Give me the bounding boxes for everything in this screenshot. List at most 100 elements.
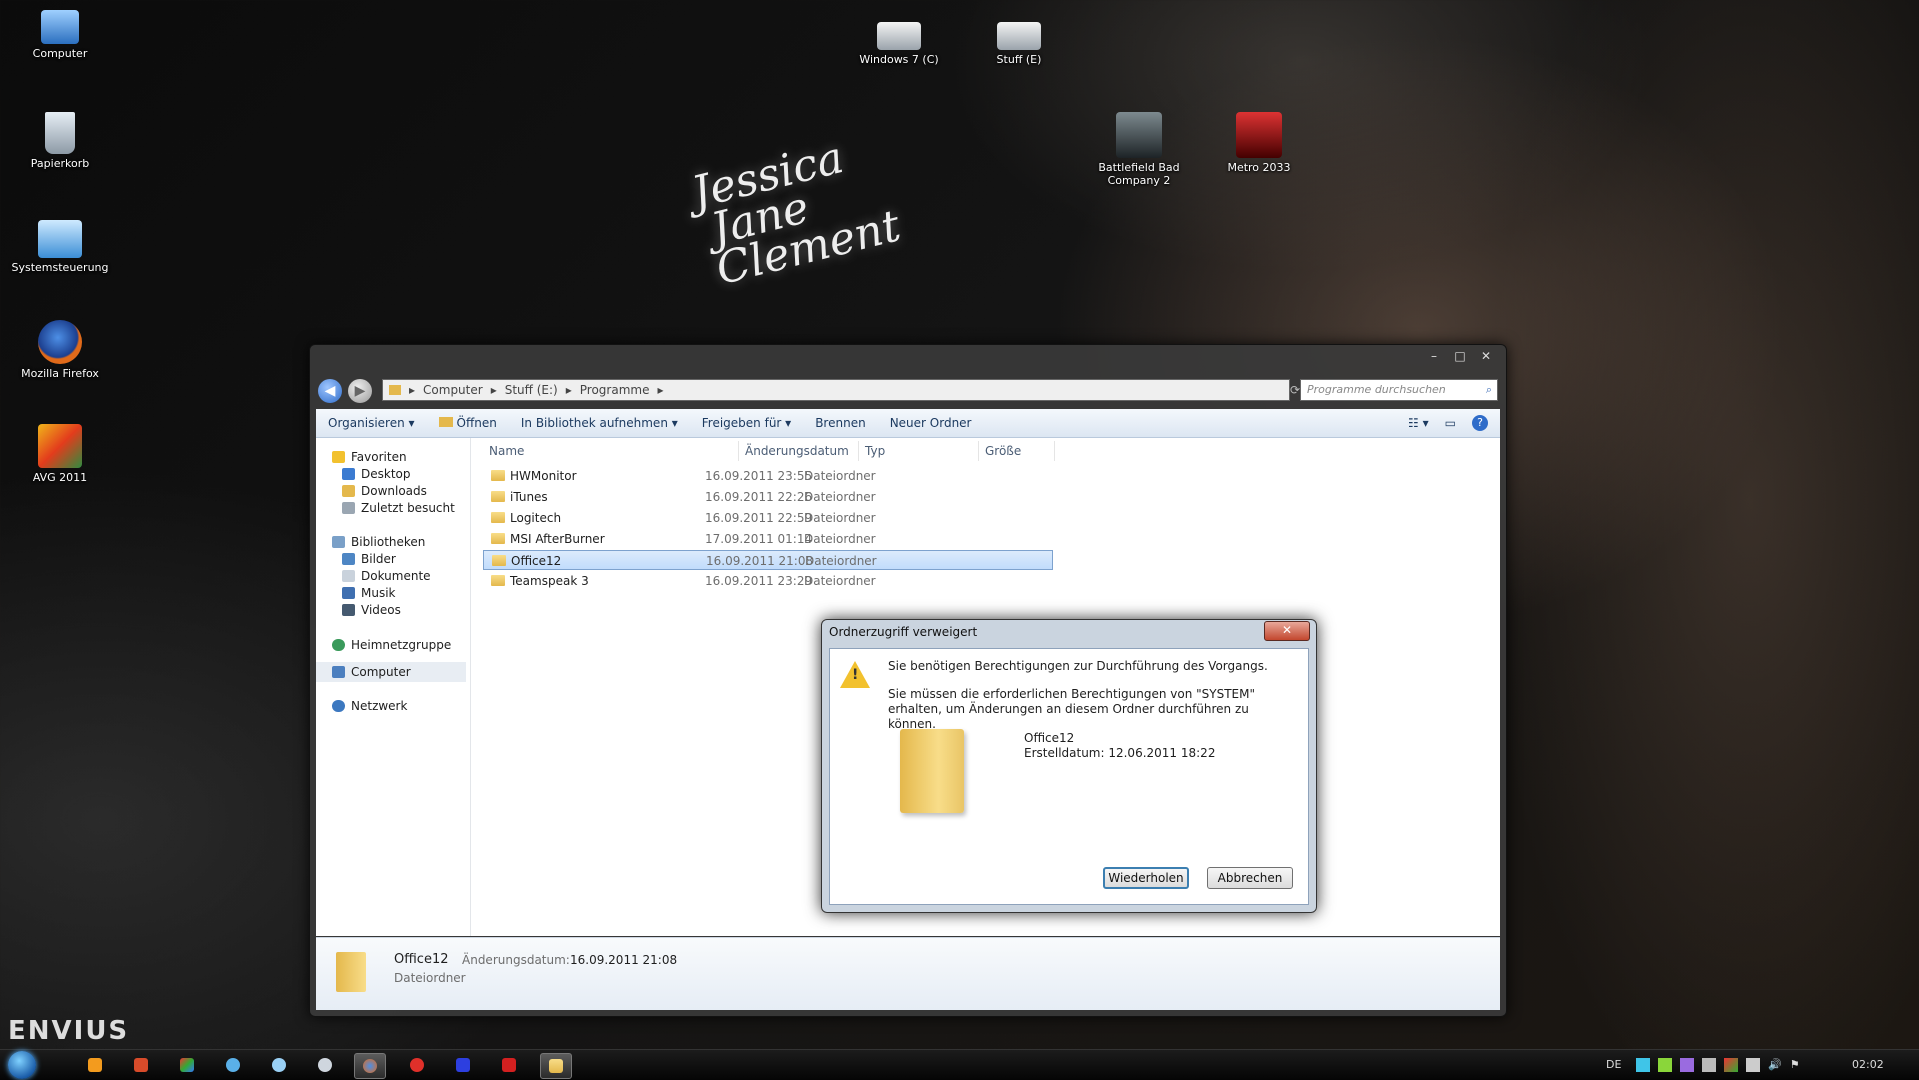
- back-button[interactable]: ◀: [318, 379, 342, 403]
- tray-app-icon[interactable]: [1680, 1058, 1694, 1072]
- sidebar-item-videos[interactable]: Videos: [342, 603, 401, 617]
- breadcrumb-stuff[interactable]: Stuff (E:): [505, 383, 558, 397]
- sidebar-item-music[interactable]: Musik: [342, 586, 396, 600]
- warning-mark: !: [852, 667, 859, 683]
- new-folder-button[interactable]: Neuer Ordner: [878, 416, 984, 430]
- view-options-icon[interactable]: ☷ ▾: [1408, 416, 1429, 430]
- taskbar-steam[interactable]: [310, 1053, 340, 1077]
- forward-button[interactable]: ▶: [348, 379, 372, 403]
- desktop-icon-battlefield[interactable]: Battlefield Bad Company 2: [1089, 112, 1189, 187]
- taskbar-app-blue[interactable]: [448, 1053, 478, 1077]
- column-header-date[interactable]: Änderungsdatum: [739, 441, 859, 461]
- retry-button[interactable]: Wiederholen: [1103, 867, 1189, 889]
- homegroup-icon: [332, 639, 345, 651]
- sidebar-item-label: Videos: [361, 603, 401, 617]
- desktop-icon-computer[interactable]: Computer: [10, 10, 110, 60]
- action-center-flag-icon[interactable]: ⚑: [1790, 1050, 1800, 1080]
- tray-app-icon[interactable]: [1724, 1058, 1738, 1072]
- taskbar-media-player[interactable]: [80, 1053, 110, 1077]
- help-icon[interactable]: ?: [1472, 415, 1488, 431]
- file-type: Dateiordner: [805, 554, 877, 568]
- table-row[interactable]: HWMonitor 16.09.2011 23:55 Dateiordner: [483, 466, 1053, 486]
- cancel-button[interactable]: Abbrechen: [1207, 867, 1293, 889]
- column-header-name[interactable]: Name: [483, 441, 739, 461]
- volume-icon[interactable]: 🔊: [1768, 1050, 1782, 1080]
- tray-app-icon[interactable]: [1658, 1058, 1672, 1072]
- details-name: Office12: [394, 952, 449, 967]
- sidebar-item-computer[interactable]: Computer: [332, 665, 411, 679]
- organize-button[interactable]: Organisieren ▾: [316, 416, 427, 430]
- desktop-icon-label: Computer: [32, 47, 88, 60]
- desktop-icon-label: Papierkorb: [30, 157, 90, 170]
- share-button[interactable]: Freigeben für ▾: [690, 416, 803, 430]
- sidebar-item-favorites[interactable]: Favoriten: [332, 450, 407, 464]
- sidebar-item-network[interactable]: Netzwerk: [332, 699, 407, 713]
- search-icon[interactable]: ⌕: [1486, 380, 1492, 400]
- language-indicator[interactable]: DE: [1606, 1050, 1621, 1080]
- sidebar-item-label: Bilder: [361, 552, 396, 566]
- taskbar-network-app[interactable]: [264, 1053, 294, 1077]
- open-icon: [438, 417, 453, 427]
- column-header-size[interactable]: Größe: [979, 441, 1055, 461]
- taskbar-app[interactable]: [126, 1053, 156, 1077]
- file-date: 16.09.2011 23:29: [705, 574, 813, 588]
- desktop-icon-label: Mozilla Firefox: [21, 367, 99, 380]
- file-type: Dateiordner: [804, 469, 876, 483]
- sidebar-item-label: Bibliotheken: [351, 535, 426, 549]
- table-row[interactable]: MSI AfterBurner 17.09.2011 01:14 Dateiordn…: [483, 529, 1053, 549]
- network-status-icon[interactable]: [1746, 1058, 1760, 1072]
- details-type: Dateiordner: [394, 971, 466, 985]
- sidebar-item-pictures[interactable]: Bilder: [342, 552, 396, 566]
- desktop-icon-firefox[interactable]: Mozilla Firefox: [10, 320, 110, 380]
- sidebar-item-documents[interactable]: Dokumente: [342, 569, 431, 583]
- avg-icon: [38, 424, 82, 468]
- table-row-selected[interactable]: Office12 16.09.2011 21:08 Dateiordner: [483, 550, 1053, 570]
- start-button[interactable]: [8, 1051, 36, 1079]
- table-row[interactable]: Teamspeak 3 16.09.2011 23:29 Dateiordner: [483, 571, 1053, 591]
- desktop-icon-recycle-bin[interactable]: Papierkorb: [10, 112, 110, 170]
- file-date: 16.09.2011 21:08: [706, 554, 814, 568]
- close-button[interactable]: ✕: [1474, 347, 1498, 365]
- taskbar-explorer[interactable]: [540, 1053, 572, 1079]
- add-to-library-button[interactable]: In Bibliothek aufnehmen ▾: [509, 416, 690, 430]
- taskbar-windows-explorer[interactable]: [172, 1053, 202, 1077]
- sidebar-item-label: Zuletzt besucht: [361, 501, 455, 515]
- tray-icons: 🔊 ⚑: [1636, 1050, 1800, 1080]
- tray-app-icon[interactable]: [1636, 1058, 1650, 1072]
- taskbar-search-app[interactable]: [218, 1053, 248, 1077]
- open-button[interactable]: Öffnen: [427, 416, 509, 430]
- column-header-type[interactable]: Typ: [859, 441, 979, 461]
- documents-icon: [342, 570, 355, 582]
- sidebar-item-libraries[interactable]: Bibliotheken: [332, 535, 425, 549]
- maximize-button[interactable]: □: [1448, 347, 1472, 365]
- sidebar-item-label: Musik: [361, 586, 396, 600]
- table-row[interactable]: iTunes 16.09.2011 22:26 Dateiordner: [483, 487, 1053, 507]
- desktop-icon-drive-e[interactable]: Stuff (E): [969, 22, 1069, 66]
- table-row[interactable]: Logitech 16.09.2011 22:59 Dateiordner: [483, 508, 1053, 528]
- sidebar-item-downloads[interactable]: Downloads: [342, 484, 427, 498]
- desktop-icon-drive-c[interactable]: Windows 7 (C): [849, 22, 949, 66]
- taskbar-firefox[interactable]: [354, 1053, 386, 1079]
- breadcrumb-programme[interactable]: Programme: [580, 383, 650, 397]
- search-input[interactable]: Programme durchsuchen ⌕: [1300, 379, 1498, 401]
- desktop-icon-metro[interactable]: Metro 2033: [1209, 112, 1309, 174]
- preview-pane-icon[interactable]: ▭: [1445, 416, 1456, 430]
- dialog-body: ! Sie benötigen Berechtigungen zur Durch…: [829, 648, 1309, 905]
- sidebar-item-homegroup[interactable]: Heimnetzgruppe: [332, 638, 451, 652]
- minimize-button[interactable]: –: [1422, 347, 1446, 365]
- desktop-icon-avg[interactable]: AVG 2011: [10, 424, 110, 484]
- sidebar-item-desktop[interactable]: Desktop: [342, 467, 411, 481]
- address-bar[interactable]: ▸ Computer ▸ Stuff (E:) ▸ Programme ▸: [382, 379, 1290, 401]
- desktop-icon-control-panel[interactable]: Systemsteuerung: [10, 220, 110, 274]
- sidebar-item-recent[interactable]: Zuletzt besucht: [342, 501, 455, 515]
- file-date: 16.09.2011 22:26: [705, 490, 813, 504]
- clock[interactable]: 02:02: [1852, 1050, 1884, 1080]
- taskbar-app-red[interactable]: [494, 1053, 524, 1077]
- breadcrumb-computer[interactable]: Computer: [423, 383, 483, 397]
- window-controls: – □ ✕: [1422, 347, 1498, 365]
- dialog-close-button[interactable]: ✕: [1264, 621, 1310, 641]
- tray-app-icon[interactable]: [1702, 1058, 1716, 1072]
- taskbar-opera[interactable]: [402, 1053, 432, 1077]
- taskbar: DE 🔊 ⚑ 02:02: [0, 1049, 1919, 1080]
- burn-button[interactable]: Brennen: [803, 416, 877, 430]
